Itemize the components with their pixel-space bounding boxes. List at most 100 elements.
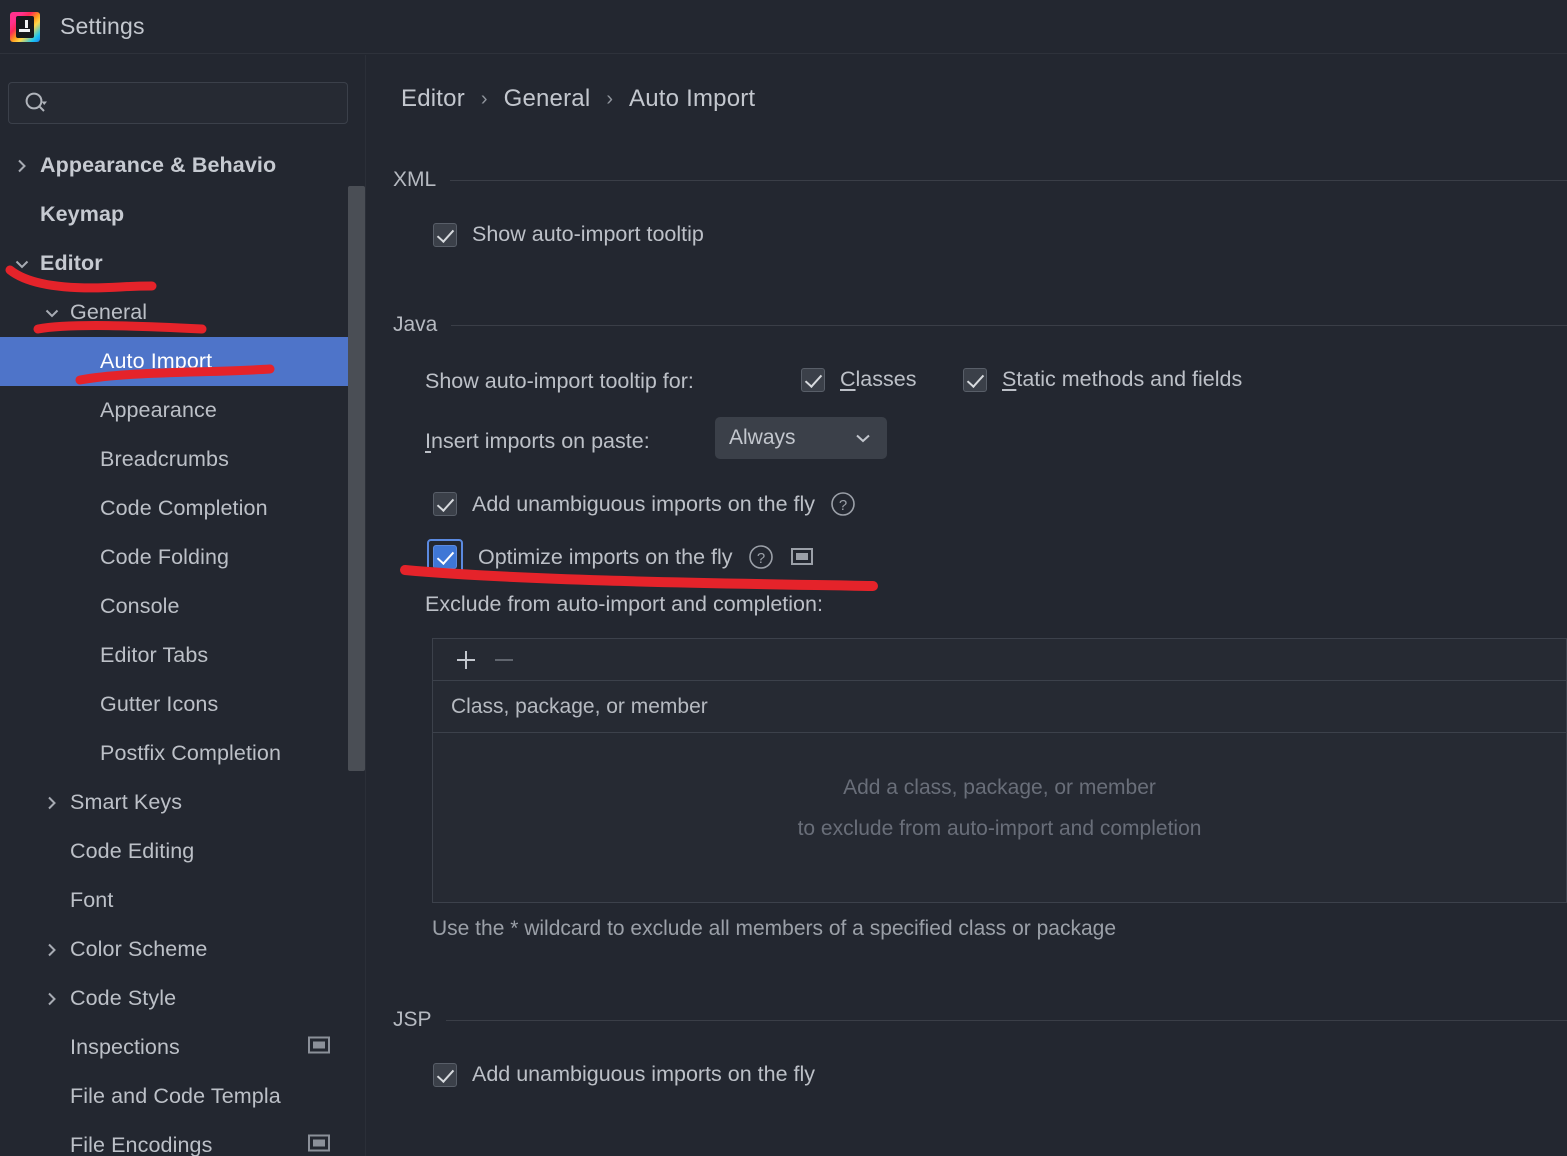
search-box[interactable] xyxy=(8,82,348,124)
java-add-unambiguous-checkbox[interactable] xyxy=(433,492,457,516)
wildcard-hint-text: Use the * wildcard to exclude all member… xyxy=(432,917,1116,940)
sidebar-item-color-scheme[interactable]: Color Scheme xyxy=(0,925,365,974)
sidebar-item-gutter-icons[interactable]: Gutter Icons xyxy=(0,680,365,729)
search-icon xyxy=(23,90,49,116)
sidebar-item-code-completion[interactable]: Code Completion xyxy=(0,484,365,533)
search-input[interactable] xyxy=(49,93,347,113)
sidebar-item-label: Code Folding xyxy=(100,545,230,569)
insert-imports-on-paste-value: Always xyxy=(729,426,796,449)
java-add-unambiguous-label: Add unambiguous imports on the fly xyxy=(472,491,816,516)
xml-show-auto-import-tooltip-label: Show auto-import tooltip xyxy=(472,222,704,246)
chevron-right-icon[interactable] xyxy=(44,795,70,811)
chevron-right-icon[interactable] xyxy=(44,991,70,1007)
project-scope-icon[interactable] xyxy=(790,547,813,567)
exclude-table-empty-state: Add a class, package, or member to exclu… xyxy=(433,767,1566,849)
insert-imports-on-paste-dropdown[interactable]: Always xyxy=(715,417,887,459)
exclude-table-column-header: Class, package, or member xyxy=(451,694,708,718)
checkbox-row-optimize-imports[interactable]: Optimize imports on the fly ? xyxy=(427,539,813,575)
group-divider xyxy=(451,324,1567,326)
sidebar-item-label: Font xyxy=(70,888,114,912)
sidebar-scrollbar[interactable] xyxy=(346,141,365,1156)
checkbox-row-xml-show-tooltip[interactable]: Show auto-import tooltip xyxy=(433,222,704,247)
sidebar-item-inspections[interactable]: Inspections xyxy=(0,1023,365,1072)
exclude-table-toolbar xyxy=(433,639,1566,681)
search-container xyxy=(8,82,348,124)
sidebar-item-label: Breadcrumbs xyxy=(100,447,229,471)
settings-window: Settings Appearance & Behavio Keymap Edito… xyxy=(0,0,1567,1156)
classes-label: Classes xyxy=(840,367,917,391)
sidebar-item-file-encodings[interactable]: File Encodings xyxy=(0,1121,365,1156)
group-title-xml: XML xyxy=(393,168,437,191)
breadcrumb: Editor › General › Auto Import xyxy=(401,85,755,113)
exclude-table-header-row: Class, package, or member xyxy=(433,681,1566,733)
chevron-down-icon[interactable] xyxy=(14,256,40,272)
checkbox-row-static-methods[interactable]: Static methods and fields xyxy=(963,367,1242,392)
sidebar-item-appearance-behavio[interactable]: Appearance & Behavio xyxy=(0,141,365,190)
sidebar-item-console[interactable]: Console xyxy=(0,582,365,631)
add-exclude-button[interactable] xyxy=(447,643,485,677)
breadcrumb-item-editor[interactable]: Editor xyxy=(401,85,465,113)
static-methods-checkbox[interactable] xyxy=(963,367,987,392)
xml-show-auto-import-tooltip-checkbox[interactable] xyxy=(433,222,457,247)
breadcrumb-separator-icon: › xyxy=(480,87,488,110)
group-title-jsp: JSP xyxy=(393,1008,432,1031)
settings-tree: Appearance & Behavio Keymap Editor General A… xyxy=(0,141,365,1156)
sidebar-item-label: Postfix Completion xyxy=(100,741,282,765)
sidebar-item-label: Console xyxy=(100,594,180,618)
sidebar-item-font[interactable]: Font xyxy=(0,876,365,925)
remove-exclude-button[interactable] xyxy=(485,643,523,677)
sidebar-item-breadcrumbs[interactable]: Breadcrumbs xyxy=(0,435,365,484)
exclude-from-auto-import-label: Exclude from auto-import and completion: xyxy=(425,592,823,616)
insert-imports-on-paste-label: Insert imports on paste: xyxy=(425,429,650,453)
empty-state-line-2: to exclude from auto-import and completi… xyxy=(797,817,1202,840)
sidebar-item-code-editing[interactable]: Code Editing xyxy=(0,827,365,876)
breadcrumb-separator-icon: › xyxy=(606,87,614,110)
project-scope-icon[interactable] xyxy=(308,1133,330,1156)
sidebar-item-label: Editor Tabs xyxy=(100,643,209,667)
static-methods-label: Static methods and fields xyxy=(1002,367,1243,391)
group-title-java: Java xyxy=(393,313,438,336)
checkbox-row-add-unambiguous-java[interactable]: Add unambiguous imports on the fly ? xyxy=(433,490,857,518)
group-divider xyxy=(450,179,1567,181)
chevron-right-icon[interactable] xyxy=(44,942,70,958)
sidebar-item-general[interactable]: General xyxy=(0,288,365,337)
sidebar-item-label: Editor xyxy=(40,251,103,275)
classes-checkbox[interactable] xyxy=(801,367,825,392)
sidebar-item-keymap[interactable]: Keymap xyxy=(0,190,365,239)
jsp-add-unambiguous-checkbox[interactable] xyxy=(433,1062,457,1087)
sidebar-item-editor[interactable]: Editor xyxy=(0,239,365,288)
sidebar-item-smart-keys[interactable]: Smart Keys xyxy=(0,778,365,827)
sidebar-item-label: Appearance xyxy=(100,398,217,422)
sidebar-scrollbar-thumb[interactable] xyxy=(348,186,365,771)
window-title: Settings xyxy=(60,13,145,39)
sidebar-item-label: Code Editing xyxy=(70,839,195,863)
sidebar-item-code-folding[interactable]: Code Folding xyxy=(0,533,365,582)
project-scope-icon[interactable] xyxy=(308,1035,330,1060)
chevron-down-icon xyxy=(853,428,873,448)
help-circle-icon[interactable]: ? xyxy=(747,543,775,571)
sidebar-item-label: Color Scheme xyxy=(70,937,208,961)
chevron-right-icon[interactable] xyxy=(14,158,40,174)
sidebar-item-label: Auto Import xyxy=(100,349,213,373)
optimize-imports-checkbox[interactable] xyxy=(433,545,457,569)
sidebar-item-label: General xyxy=(70,300,148,324)
chevron-down-icon[interactable] xyxy=(44,305,70,321)
sidebar-item-label: File Encodings xyxy=(70,1133,213,1156)
help-circle-icon[interactable]: ? xyxy=(829,490,857,518)
exclude-table-body[interactable]: Add a class, package, or member to exclu… xyxy=(433,733,1566,901)
breadcrumb-item-general[interactable]: General xyxy=(504,85,591,113)
sidebar-item-label: Code Style xyxy=(70,986,177,1010)
group-header-java: Java xyxy=(393,313,1567,337)
group-header-jsp: JSP xyxy=(393,1008,1567,1032)
sidebar-item-appearance[interactable]: Appearance xyxy=(0,386,365,435)
optimize-imports-label: Optimize imports on the fly xyxy=(478,544,733,569)
sidebar-item-editor-tabs[interactable]: Editor Tabs xyxy=(0,631,365,680)
checkbox-row-classes[interactable]: Classes xyxy=(801,367,916,392)
settings-content-panel: Editor › General › Auto Import XML Show … xyxy=(367,55,1567,1156)
checkbox-row-add-unambiguous-jsp[interactable]: Add unambiguous imports on the fly xyxy=(433,1062,815,1087)
empty-state-line-1: Add a class, package, or member xyxy=(843,776,1156,799)
sidebar-item-code-style[interactable]: Code Style xyxy=(0,974,365,1023)
sidebar-item-auto-import[interactable]: Auto Import xyxy=(0,337,365,386)
sidebar-item-file-and-code-templa[interactable]: File and Code Templa xyxy=(0,1072,365,1121)
sidebar-item-postfix-completion[interactable]: Postfix Completion xyxy=(0,729,365,778)
